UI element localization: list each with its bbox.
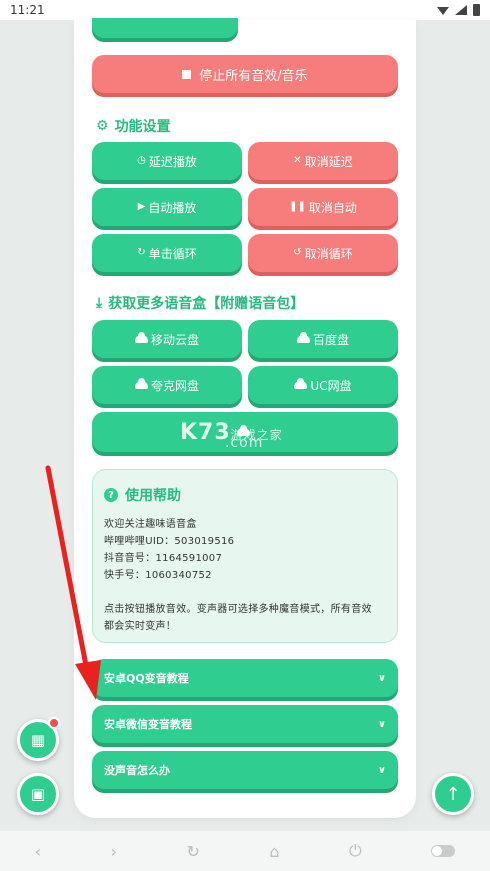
- pause-icon: ❚❚: [289, 201, 306, 212]
- gear-icon: ⚙: [96, 118, 109, 134]
- help-line: 抖音音号：1164591007: [104, 553, 223, 564]
- stop-all-label: 停止所有音效/音乐: [199, 68, 308, 84]
- status-time: 11:21: [10, 3, 45, 17]
- cloud-icon: [296, 332, 310, 343]
- grid-icon: ▦: [30, 731, 46, 749]
- mobile-cloud-button[interactable]: 移动云盘: [92, 320, 242, 358]
- quark-pan-button[interactable]: 夸克网盘: [92, 366, 242, 404]
- chevron-down-icon: ∨: [377, 718, 386, 730]
- settings-section-title: ⚙ 功能设置: [96, 118, 171, 135]
- wifi-icon: [437, 7, 449, 15]
- status-bar: 11:21: [0, 0, 490, 20]
- cancel-loop-button[interactable]: ↺ 取消循环: [248, 234, 398, 272]
- clock-icon: ◷: [137, 155, 146, 166]
- undo-icon: ↺: [293, 247, 302, 258]
- help-title: ? 使用帮助: [104, 485, 181, 505]
- uc-pan-button[interactable]: UC网盘: [248, 366, 398, 404]
- auto-play-button[interactable]: ▶ 自动播放: [92, 188, 242, 226]
- battery-icon: [473, 4, 480, 16]
- toolbox-fab[interactable]: ▣: [17, 773, 59, 815]
- cloud-icon: [134, 332, 148, 343]
- accordion-no-sound[interactable]: 没声音怎么办 ∨: [92, 751, 398, 789]
- question-icon: ?: [104, 488, 118, 502]
- k73-watermark: K73游戏之家 .com: [180, 420, 283, 451]
- home-icon[interactable]: ⌂: [269, 842, 279, 861]
- single-loop-button[interactable]: ↻ 单击循环: [92, 234, 242, 272]
- cancel-auto-button[interactable]: ❚❚ 取消自动: [248, 188, 398, 226]
- signal-icon: [455, 5, 467, 15]
- chevron-down-icon: ∨: [377, 764, 386, 776]
- accordion-wechat-tutorial[interactable]: 安卓微信变音教程 ∨: [92, 705, 398, 743]
- delay-play-button[interactable]: ◷ 延迟播放: [92, 142, 242, 180]
- back-icon[interactable]: ‹: [35, 842, 41, 861]
- chevron-down-icon: ∨: [377, 672, 386, 684]
- power-icon[interactable]: ⏻: [349, 841, 362, 861]
- toolbox-icon: ▣: [30, 785, 46, 803]
- cloud-icon: [294, 378, 308, 389]
- help-box: ? 使用帮助 欢迎关注趣味语音盒 哔哩哔哩UID：503019516 抖音音号：…: [92, 469, 398, 643]
- help-line: 点击按钮播放音效。变声器可选择多种魔音模式，所有音效: [104, 604, 372, 615]
- stop-all-button[interactable]: 停止所有音效/音乐: [92, 55, 398, 93]
- top-partial-button[interactable]: [92, 18, 238, 38]
- notification-dot: [48, 717, 60, 729]
- baidu-pan-button[interactable]: 百度盘: [248, 320, 398, 358]
- forward-icon[interactable]: ›: [111, 842, 117, 861]
- play-icon: ▶: [137, 201, 146, 212]
- scroll-top-fab[interactable]: ↑: [432, 773, 474, 815]
- system-nav-bar: ‹ › ↻ ⌂ ⏻: [0, 831, 490, 871]
- refresh-icon[interactable]: ↻: [187, 842, 200, 861]
- cloud-icon: [134, 378, 148, 389]
- arrow-up-icon: ↑: [445, 783, 461, 805]
- cancel-delay-button[interactable]: ✕ 取消延迟: [248, 142, 398, 180]
- accordion-qq-tutorial[interactable]: 安卓QQ变音教程 ∨: [92, 659, 398, 697]
- download-section-title: ⤓ 获取更多语音盒【附赠语音包】: [96, 295, 305, 312]
- close-icon: ✕: [293, 155, 302, 166]
- download-icon: ⤓: [96, 295, 103, 311]
- status-icons: [437, 4, 480, 16]
- stop-icon: [182, 69, 192, 79]
- redo-icon: ↻: [137, 247, 146, 258]
- help-line: 哔哩哔哩UID：503019516: [104, 536, 235, 547]
- help-line: 都会实时变声！: [104, 621, 177, 632]
- toggle-icon[interactable]: [431, 845, 456, 857]
- help-line: 快手号：1060340752: [104, 570, 212, 581]
- help-line: 欢迎关注趣味语音盒: [104, 519, 197, 530]
